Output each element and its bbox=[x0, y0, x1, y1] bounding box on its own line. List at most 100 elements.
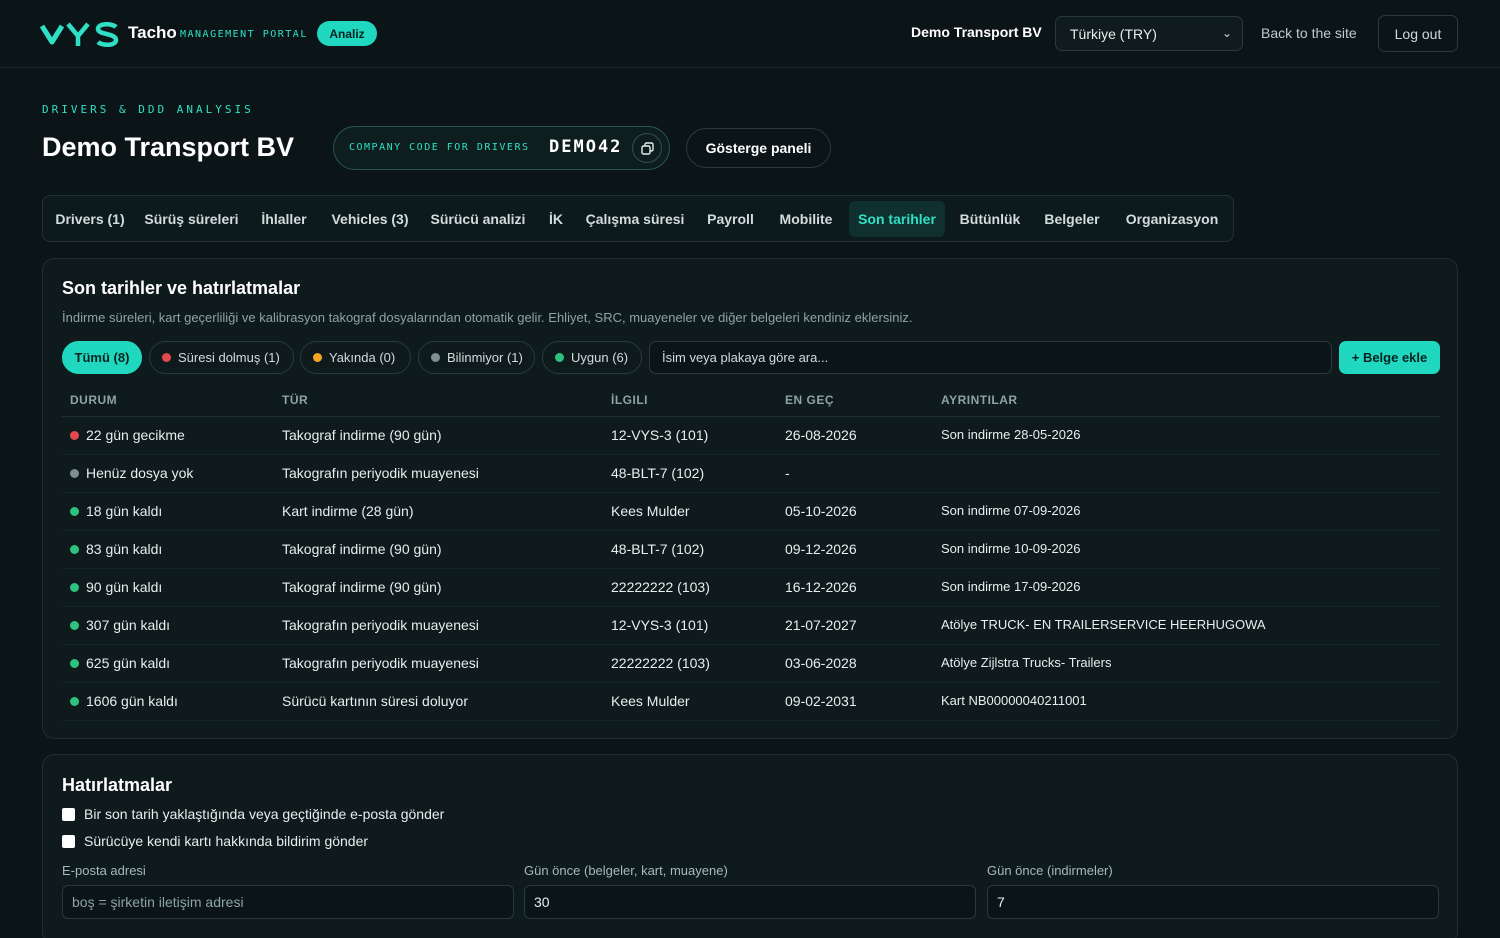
table-row[interactable]: 83 gün kaldı Takograf indirme (90 gün) 4… bbox=[62, 531, 1440, 569]
row-type: Takograf indirme (90 gün) bbox=[282, 541, 442, 557]
logout-button[interactable]: Log out bbox=[1378, 15, 1458, 52]
deadlines-panel: Son tarihler ve hatırlatmalar İndirme sü… bbox=[42, 258, 1458, 739]
row-status: 625 gün kaldı bbox=[70, 655, 170, 671]
row-related: 12-VYS-3 (101) bbox=[611, 617, 709, 633]
row-related: 48-BLT-7 (102) bbox=[611, 541, 705, 557]
vys-logo[interactable] bbox=[40, 20, 120, 48]
status-dot-green bbox=[70, 696, 79, 706]
table-row[interactable]: 1606 gün kaldı Sürücü kartının süresi do… bbox=[62, 683, 1440, 721]
driver-notify-option[interactable]: Sürücüye kendi kartı hakkında bildirim g… bbox=[62, 833, 368, 849]
row-status: 83 gün kaldı bbox=[70, 541, 162, 557]
row-status-label: 22 gün gecikme bbox=[86, 427, 185, 443]
row-related: 22222222 (103) bbox=[611, 655, 710, 671]
deadlines-subtitle: İndirme süreleri, kart geçerliliği ve ka… bbox=[62, 310, 913, 325]
tab-hr[interactable]: İK bbox=[540, 201, 572, 237]
row-deadline: 05-10-2026 bbox=[785, 503, 857, 519]
tab-payroll[interactable]: Payroll bbox=[698, 201, 763, 237]
filter-unknown-label: Bilinmiyor (1) bbox=[447, 350, 523, 365]
row-deadline: 09-02-2031 bbox=[785, 693, 857, 709]
analiz-badge: Analiz bbox=[317, 21, 377, 46]
row-status: 90 gün kaldı bbox=[70, 579, 162, 595]
filter-soon-label: Yakında (0) bbox=[329, 350, 396, 365]
row-type: Takografın periyodik muayenesi bbox=[282, 465, 479, 481]
vys-logo-mark bbox=[40, 22, 119, 47]
row-deadline: - bbox=[785, 465, 790, 481]
row-details: Son indirme 10-09-2026 bbox=[941, 541, 1081, 556]
tab-documents[interactable]: Belgeler bbox=[1037, 201, 1107, 237]
row-related: 12-VYS-3 (101) bbox=[611, 427, 709, 443]
back-to-site-link[interactable]: Back to the site bbox=[1261, 25, 1357, 41]
column-header-details[interactable]: AYRINTILAR bbox=[941, 393, 1018, 407]
email-reminder-option[interactable]: Bir son tarih yaklaştığında veya geçtiği… bbox=[62, 806, 444, 822]
tab-working-time[interactable]: Çalışma süresi bbox=[582, 201, 688, 237]
days-docs-value: 30 bbox=[534, 894, 550, 910]
row-status: 1606 gün kaldı bbox=[70, 693, 178, 709]
tab-deadlines[interactable]: Son tarihler bbox=[849, 201, 945, 237]
status-dot-red bbox=[70, 430, 79, 440]
column-header-status[interactable]: DURUM bbox=[70, 393, 117, 407]
tab-mobility[interactable]: Mobilite bbox=[773, 201, 839, 237]
table-row[interactable]: 307 gün kaldı Takografın periyodik muaye… bbox=[62, 607, 1440, 645]
row-details: Son indirme 07-09-2026 bbox=[941, 503, 1081, 518]
row-deadline: 21-07-2027 bbox=[785, 617, 857, 633]
filter-all[interactable]: Tümü (8) bbox=[62, 341, 142, 374]
company-code-box: COMPANY CODE FOR DRIVERS DEMO42 bbox=[333, 126, 670, 170]
company-code-label: COMPANY CODE FOR DRIVERS bbox=[349, 142, 530, 153]
tab-drivers[interactable]: Drivers (1) bbox=[51, 201, 129, 237]
row-status-label: 307 gün kaldı bbox=[86, 617, 171, 633]
row-related: Kees Mulder bbox=[611, 503, 690, 519]
table-row[interactable]: 18 gün kaldı Kart indirme (28 gün) Kees … bbox=[62, 493, 1440, 531]
filter-ok[interactable]: Uygun (6) bbox=[542, 341, 642, 374]
tab-vehicles[interactable]: Vehicles (3) bbox=[324, 201, 416, 237]
top-bar: Tacho MANAGEMENT PORTAL Analiz Demo Tran… bbox=[0, 0, 1500, 68]
row-status-label: 18 gün kaldı bbox=[86, 503, 163, 519]
tab-driving-times[interactable]: Sürüş süreleri bbox=[139, 201, 244, 237]
days-docs-label: Gün önce (belgeler, kart, muayene) bbox=[524, 863, 728, 878]
row-status-label: 83 gün kaldı bbox=[86, 541, 163, 557]
row-deadline: 09-12-2026 bbox=[785, 541, 857, 557]
row-status-label: 1606 gün kaldı bbox=[86, 693, 178, 709]
status-dot-green bbox=[555, 353, 564, 362]
search-input[interactable]: İsim veya plakaya göre ara... bbox=[649, 341, 1332, 374]
row-type: Kart indirme (28 gün) bbox=[282, 503, 414, 519]
filter-unknown[interactable]: Bilinmiyor (1) bbox=[418, 341, 535, 374]
column-header-type[interactable]: TÜR bbox=[282, 393, 308, 407]
row-details: Atölye Zijlstra Trucks- Trailers bbox=[941, 655, 1112, 670]
search-placeholder: İsim veya plakaya göre ara... bbox=[662, 350, 829, 365]
row-type: Sürücü kartının süresi doluyor bbox=[282, 693, 468, 709]
table-row[interactable]: 625 gün kaldı Takografın periyodik muaye… bbox=[62, 645, 1440, 683]
table-row[interactable]: 90 gün kaldı Takograf indirme (90 gün) 2… bbox=[62, 569, 1440, 607]
row-details: Son indirme 17-09-2026 bbox=[941, 579, 1081, 594]
row-status-label: Henüz dosya yok bbox=[86, 465, 194, 481]
add-document-button[interactable]: + Belge ekle bbox=[1339, 341, 1440, 374]
tab-integrity[interactable]: Bütünlük bbox=[951, 201, 1029, 237]
column-header-deadline[interactable]: EN GEÇ bbox=[785, 393, 834, 407]
table-row[interactable]: Henüz dosya yok Takografın periyodik mua… bbox=[62, 455, 1440, 493]
section-tabs: Drivers (1) Sürüş süreleri İhlaller Vehi… bbox=[42, 195, 1234, 242]
row-status-label: 90 gün kaldı bbox=[86, 579, 163, 595]
tab-organization[interactable]: Organizasyon bbox=[1117, 201, 1227, 237]
row-status: Henüz dosya yok bbox=[70, 465, 193, 481]
filter-expired[interactable]: Süresi dolmuş (1) bbox=[149, 341, 294, 374]
row-type: Takografın periyodik muayenesi bbox=[282, 655, 479, 671]
days-docs-field[interactable]: 30 bbox=[524, 885, 976, 919]
table-row[interactable]: 22 gün gecikme Takograf indirme (90 gün)… bbox=[62, 417, 1440, 455]
copy-code-button[interactable] bbox=[632, 133, 662, 163]
status-dot-green bbox=[70, 544, 79, 554]
driver-notify-checkbox[interactable] bbox=[62, 834, 75, 848]
dashboard-button[interactable]: Gösterge paneli bbox=[686, 128, 831, 168]
row-details: Atölye TRUCK- EN TRAILERSERVICE HEERHUGO… bbox=[941, 617, 1266, 632]
days-downloads-field[interactable]: 7 bbox=[987, 885, 1439, 919]
filter-soon[interactable]: Yakında (0) bbox=[300, 341, 411, 374]
filter-ok-label: Uygun (6) bbox=[571, 350, 629, 365]
row-status: 18 gün kaldı bbox=[70, 503, 162, 519]
currency-select[interactable]: Türkiye (TRY) ⌄ bbox=[1055, 16, 1243, 51]
column-header-related[interactable]: İLGILI bbox=[611, 393, 648, 407]
email-reminder-checkbox[interactable] bbox=[62, 807, 75, 821]
row-details: Son indirme 28-05-2026 bbox=[941, 427, 1081, 442]
email-field[interactable]: boş = şirketin iletişim adresi bbox=[62, 885, 514, 919]
tab-violations[interactable]: İhlaller bbox=[254, 201, 314, 237]
deadlines-title: Son tarihler ve hatırlatmalar bbox=[62, 278, 301, 298]
tab-driver-analysis[interactable]: Sürücü analizi bbox=[426, 201, 530, 237]
email-field-label: E-posta adresi bbox=[62, 863, 146, 878]
